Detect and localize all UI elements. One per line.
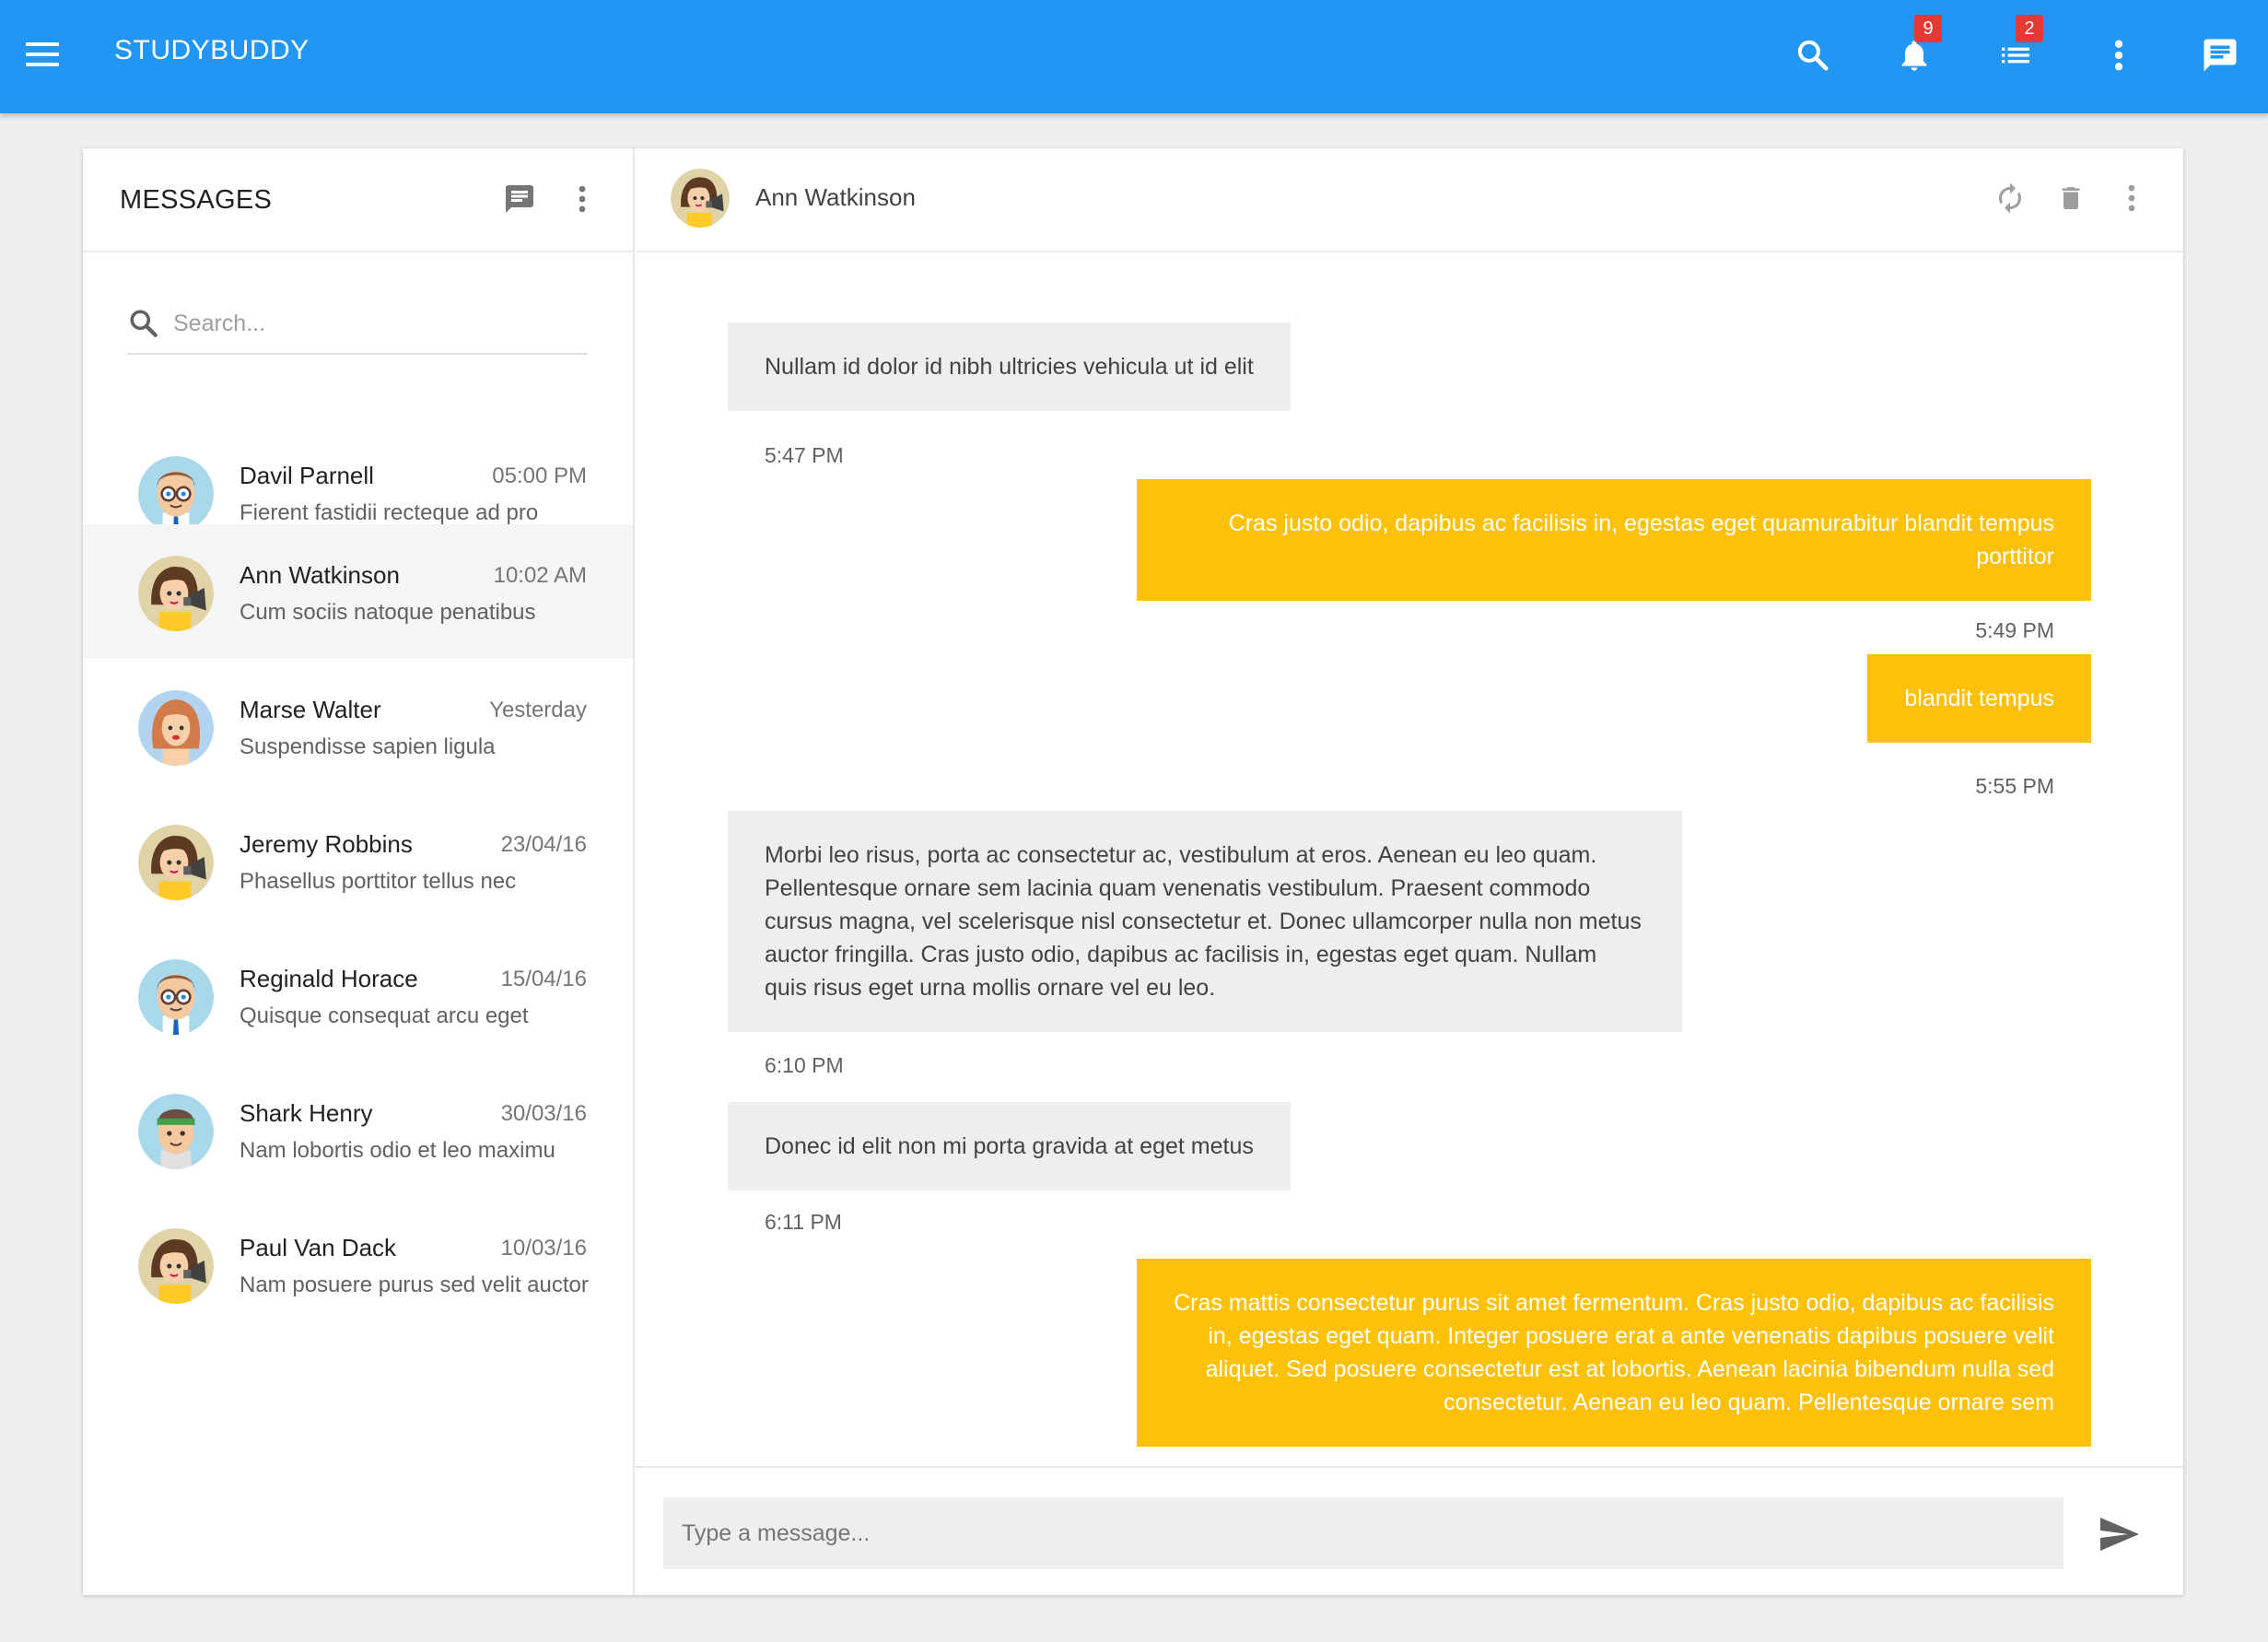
list-icon <box>2002 47 2029 64</box>
send-icon[interactable] <box>2095 1512 2143 1556</box>
conversation-time: 30/03/16 <box>500 1101 587 1126</box>
conversation-name: Paul Van Dack <box>240 1234 397 1261</box>
conversation-preview: Quisque consequat arcu eget <box>240 1003 529 1028</box>
outgoing-message: Cras mattis consectetur purus sit amet f… <box>1137 1259 2091 1447</box>
conversation-name: Jeremy Robbins <box>240 830 413 858</box>
conversations-header: MESSAGES <box>83 148 633 252</box>
avatar <box>138 690 214 766</box>
notifications-badge: 9 <box>1914 15 1942 42</box>
conversation-preview: Suspendisse sapien ligula <box>240 734 496 759</box>
conversation-time: 10:02 AM <box>493 563 587 588</box>
conversation-time: 23/04/16 <box>500 832 587 857</box>
outgoing-message: Cras justo odio, dapibus ac facilisis in… <box>1137 479 2091 601</box>
conversation-time: 05:00 PM <box>492 463 587 488</box>
avatar <box>138 959 214 1035</box>
message-thread: Nullam id dolor id nibh ultricies vehicu… <box>636 254 2183 1607</box>
conversation-item[interactable]: Reginald Horace 15/04/16 Quisque consequ… <box>83 928 633 1062</box>
message-time: 5:55 PM <box>1975 774 2054 798</box>
conversation-preview: Fierent fastidii recteque ad pro <box>240 500 539 525</box>
conversation-time: Yesterday <box>489 698 587 722</box>
incoming-message: Morbi leo risus, porta ac consectetur ac… <box>728 811 1682 1032</box>
incoming-message: Donec id elit non mi porta gravida at eg… <box>728 1102 1291 1190</box>
conversation-item[interactable]: Jeremy Robbins 23/04/16 Phasellus portti… <box>83 793 633 928</box>
search-icon[interactable] <box>1787 29 1839 81</box>
conversation-item[interactable]: Ann Watkinson 10:02 AM Cum sociis natoqu… <box>83 524 633 659</box>
conversation-name: Davil Parnell <box>240 462 374 489</box>
message-time: 5:47 PM <box>765 443 844 467</box>
composer <box>636 1466 2183 1595</box>
conversation-preview: Cum sociis natoque penatibus <box>240 600 536 625</box>
tasks-badge: 2 <box>2016 15 2043 42</box>
new-message-icon[interactable] <box>499 179 540 219</box>
conversation-name: Marse Walter <box>240 696 381 723</box>
conversation-time: 10/03/16 <box>500 1236 587 1261</box>
chat-icon[interactable] <box>2194 29 2246 81</box>
message-time: 5:49 PM <box>1975 618 2054 642</box>
delete-icon[interactable] <box>2051 178 2091 218</box>
conversation-name: Reginald Horace <box>240 965 418 992</box>
app-bar: STUDYBUDDY 9 2 <box>0 0 2268 113</box>
menu-icon[interactable] <box>26 39 61 74</box>
tasks-button[interactable]: 2 <box>1990 15 2043 81</box>
more-vert-icon[interactable] <box>562 179 602 219</box>
conversation-preview: Nam lobortis odio et leo maximu <box>240 1138 555 1163</box>
conversation-item[interactable]: Paul Van Dack 10/03/16 Nam posuere purus… <box>83 1197 633 1331</box>
conversation-name: Shark Henry <box>240 1099 373 1127</box>
messages-card: MESSAGES Davil Parnell 05:00 PM Fierent … <box>83 148 2183 1595</box>
avatar <box>138 825 214 900</box>
avatar <box>138 1228 214 1304</box>
outgoing-message: blandit tempus <box>1867 654 2091 743</box>
chat-panel: Ann Watkinson Nullam id dolor id nibh ul… <box>636 148 2183 1595</box>
conversation-name: Ann Watkinson <box>240 561 400 589</box>
avatar <box>138 456 214 532</box>
incoming-message: Nullam id dolor id nibh ultricies vehicu… <box>728 323 1291 411</box>
message-time: 6:11 PM <box>765 1210 842 1234</box>
conversation-preview: Nam posuere purus sed velit auctor <box>240 1273 589 1297</box>
app-title: STUDYBUDDY <box>114 35 310 65</box>
notifications-button[interactable]: 9 <box>1888 15 1942 81</box>
conversation-item[interactable]: Marse Walter Yesterday Suspendisse sapie… <box>83 659 633 793</box>
search-box <box>127 298 588 355</box>
conversation-time: 15/04/16 <box>500 967 587 991</box>
messages-title: MESSAGES <box>120 185 273 215</box>
conversation-item[interactable]: Shark Henry 30/03/16 Nam lobortis odio e… <box>83 1062 633 1197</box>
avatar <box>138 1094 214 1169</box>
chat-header: Ann Watkinson <box>636 148 2183 252</box>
refresh-icon[interactable] <box>1990 178 2030 218</box>
conversation-preview: Phasellus porttitor tellus nec <box>240 869 517 894</box>
message-input[interactable] <box>663 1497 2063 1569</box>
more-vert-icon[interactable] <box>2093 29 2145 81</box>
contact-name: Ann Watkinson <box>755 183 916 211</box>
contact-avatar <box>671 169 730 228</box>
avatar <box>138 556 214 631</box>
more-vert-icon[interactable] <box>2111 178 2152 218</box>
search-input[interactable] <box>173 303 579 344</box>
conversations-panel: MESSAGES Davil Parnell 05:00 PM Fierent … <box>83 148 635 1595</box>
message-time: 6:10 PM <box>765 1053 844 1077</box>
search-icon <box>130 310 158 337</box>
